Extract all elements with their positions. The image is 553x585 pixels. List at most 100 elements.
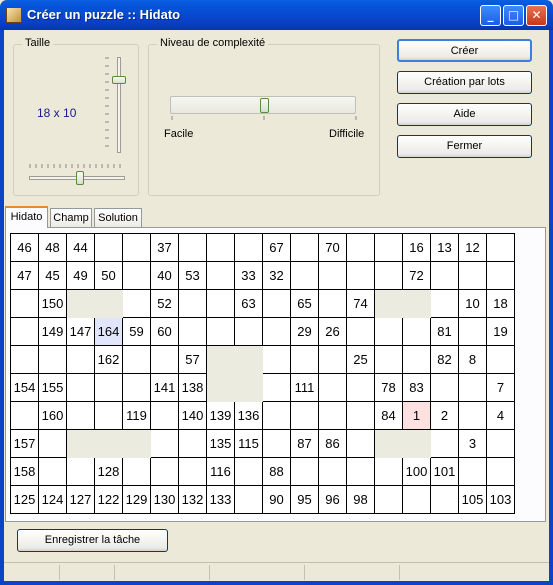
empty-cell[interactable] — [150, 457, 179, 486]
number-cell[interactable]: 132 — [178, 485, 207, 514]
empty-cell[interactable] — [262, 429, 291, 458]
number-cell[interactable]: 130 — [150, 485, 179, 514]
empty-cell[interactable] — [486, 233, 515, 262]
empty-cell[interactable] — [94, 233, 123, 262]
empty-cell[interactable] — [486, 429, 515, 458]
empty-cell[interactable] — [290, 457, 319, 486]
empty-cell[interactable] — [66, 373, 95, 402]
empty-cell[interactable] — [374, 457, 403, 486]
number-cell[interactable]: 18 — [486, 289, 515, 318]
empty-cell[interactable] — [178, 429, 207, 458]
title-bar[interactable]: Créer un puzzle :: Hidato _ □ ✕ — [0, 0, 553, 30]
empty-cell[interactable] — [150, 401, 179, 430]
number-cell[interactable]: 135 — [206, 429, 235, 458]
empty-cell[interactable] — [374, 233, 403, 262]
empty-cell[interactable] — [122, 289, 151, 318]
empty-cell[interactable] — [374, 485, 403, 514]
create-button[interactable]: Créer — [397, 39, 532, 62]
batch-create-button[interactable]: Création par lots — [397, 71, 532, 94]
number-cell[interactable]: 57 — [178, 345, 207, 374]
number-cell[interactable]: 44 — [66, 233, 95, 262]
empty-cell[interactable] — [346, 373, 375, 402]
number-cell[interactable]: 1 — [402, 401, 431, 430]
empty-cell[interactable] — [318, 261, 347, 290]
number-cell[interactable]: 37 — [150, 233, 179, 262]
number-cell[interactable]: 96 — [318, 485, 347, 514]
number-cell[interactable]: 7 — [486, 373, 515, 402]
empty-cell[interactable] — [318, 289, 347, 318]
empty-cell[interactable] — [318, 345, 347, 374]
number-cell[interactable]: 86 — [318, 429, 347, 458]
empty-cell[interactable] — [122, 457, 151, 486]
number-cell[interactable]: 8 — [458, 345, 487, 374]
number-cell[interactable]: 47 — [10, 261, 39, 290]
empty-cell[interactable] — [150, 345, 179, 374]
number-cell[interactable]: 33 — [234, 261, 263, 290]
empty-cell[interactable] — [10, 401, 39, 430]
number-cell[interactable]: 19 — [486, 317, 515, 346]
number-cell[interactable]: 125 — [10, 485, 39, 514]
empty-cell[interactable] — [262, 373, 291, 402]
number-cell[interactable]: 25 — [346, 345, 375, 374]
empty-cell[interactable] — [206, 233, 235, 262]
number-cell[interactable]: 100 — [402, 457, 431, 486]
empty-cell[interactable] — [374, 261, 403, 290]
empty-cell[interactable] — [10, 289, 39, 318]
empty-cell[interactable] — [38, 345, 67, 374]
empty-cell[interactable] — [346, 233, 375, 262]
number-cell[interactable]: 52 — [150, 289, 179, 318]
number-cell[interactable]: 116 — [206, 457, 235, 486]
number-cell[interactable]: 124 — [38, 485, 67, 514]
number-cell[interactable]: 67 — [262, 233, 291, 262]
number-cell[interactable]: 136 — [234, 401, 263, 430]
empty-cell[interactable] — [346, 261, 375, 290]
empty-cell[interactable] — [122, 233, 151, 262]
number-cell[interactable]: 59 — [122, 317, 151, 346]
number-cell[interactable]: 49 — [66, 261, 95, 290]
empty-cell[interactable] — [346, 457, 375, 486]
number-cell[interactable]: 26 — [318, 317, 347, 346]
number-cell[interactable]: 63 — [234, 289, 263, 318]
number-cell[interactable]: 70 — [318, 233, 347, 262]
maximize-button[interactable]: □ — [503, 5, 524, 26]
number-cell[interactable]: 3 — [458, 429, 487, 458]
empty-cell[interactable] — [486, 261, 515, 290]
empty-cell[interactable] — [178, 233, 207, 262]
empty-cell[interactable] — [10, 317, 39, 346]
number-cell[interactable]: 157 — [10, 429, 39, 458]
number-cell[interactable]: 147 — [66, 317, 95, 346]
rows-slider-track[interactable] — [117, 57, 121, 153]
tab-solution[interactable]: Solution — [94, 208, 142, 227]
number-cell[interactable]: 83 — [402, 373, 431, 402]
number-cell[interactable]: 40 — [150, 261, 179, 290]
empty-cell[interactable] — [150, 429, 179, 458]
columns-slider-thumb[interactable] — [76, 171, 84, 185]
empty-cell[interactable] — [458, 401, 487, 430]
empty-cell[interactable] — [206, 289, 235, 318]
number-cell[interactable]: 119 — [122, 401, 151, 430]
empty-cell[interactable] — [234, 485, 263, 514]
number-cell[interactable]: 95 — [290, 485, 319, 514]
number-cell[interactable]: 98 — [346, 485, 375, 514]
empty-cell[interactable] — [234, 233, 263, 262]
empty-cell[interactable] — [66, 345, 95, 374]
number-cell[interactable]: 50 — [94, 261, 123, 290]
empty-cell[interactable] — [178, 457, 207, 486]
empty-cell[interactable] — [38, 457, 67, 486]
number-cell[interactable]: 2 — [430, 401, 459, 430]
number-cell[interactable]: 141 — [150, 373, 179, 402]
empty-cell[interactable] — [458, 317, 487, 346]
empty-cell[interactable] — [178, 317, 207, 346]
empty-cell[interactable] — [318, 457, 347, 486]
number-cell[interactable]: 10 — [458, 289, 487, 318]
minimize-button[interactable]: _ — [480, 5, 501, 26]
empty-cell[interactable] — [430, 429, 459, 458]
empty-cell[interactable] — [262, 345, 291, 374]
empty-cell[interactable] — [122, 261, 151, 290]
empty-cell[interactable] — [458, 373, 487, 402]
save-task-button[interactable]: Enregistrer la tâche — [17, 529, 168, 552]
number-cell[interactable]: 53 — [178, 261, 207, 290]
number-cell[interactable]: 29 — [290, 317, 319, 346]
empty-cell[interactable] — [290, 261, 319, 290]
empty-cell[interactable] — [66, 401, 95, 430]
